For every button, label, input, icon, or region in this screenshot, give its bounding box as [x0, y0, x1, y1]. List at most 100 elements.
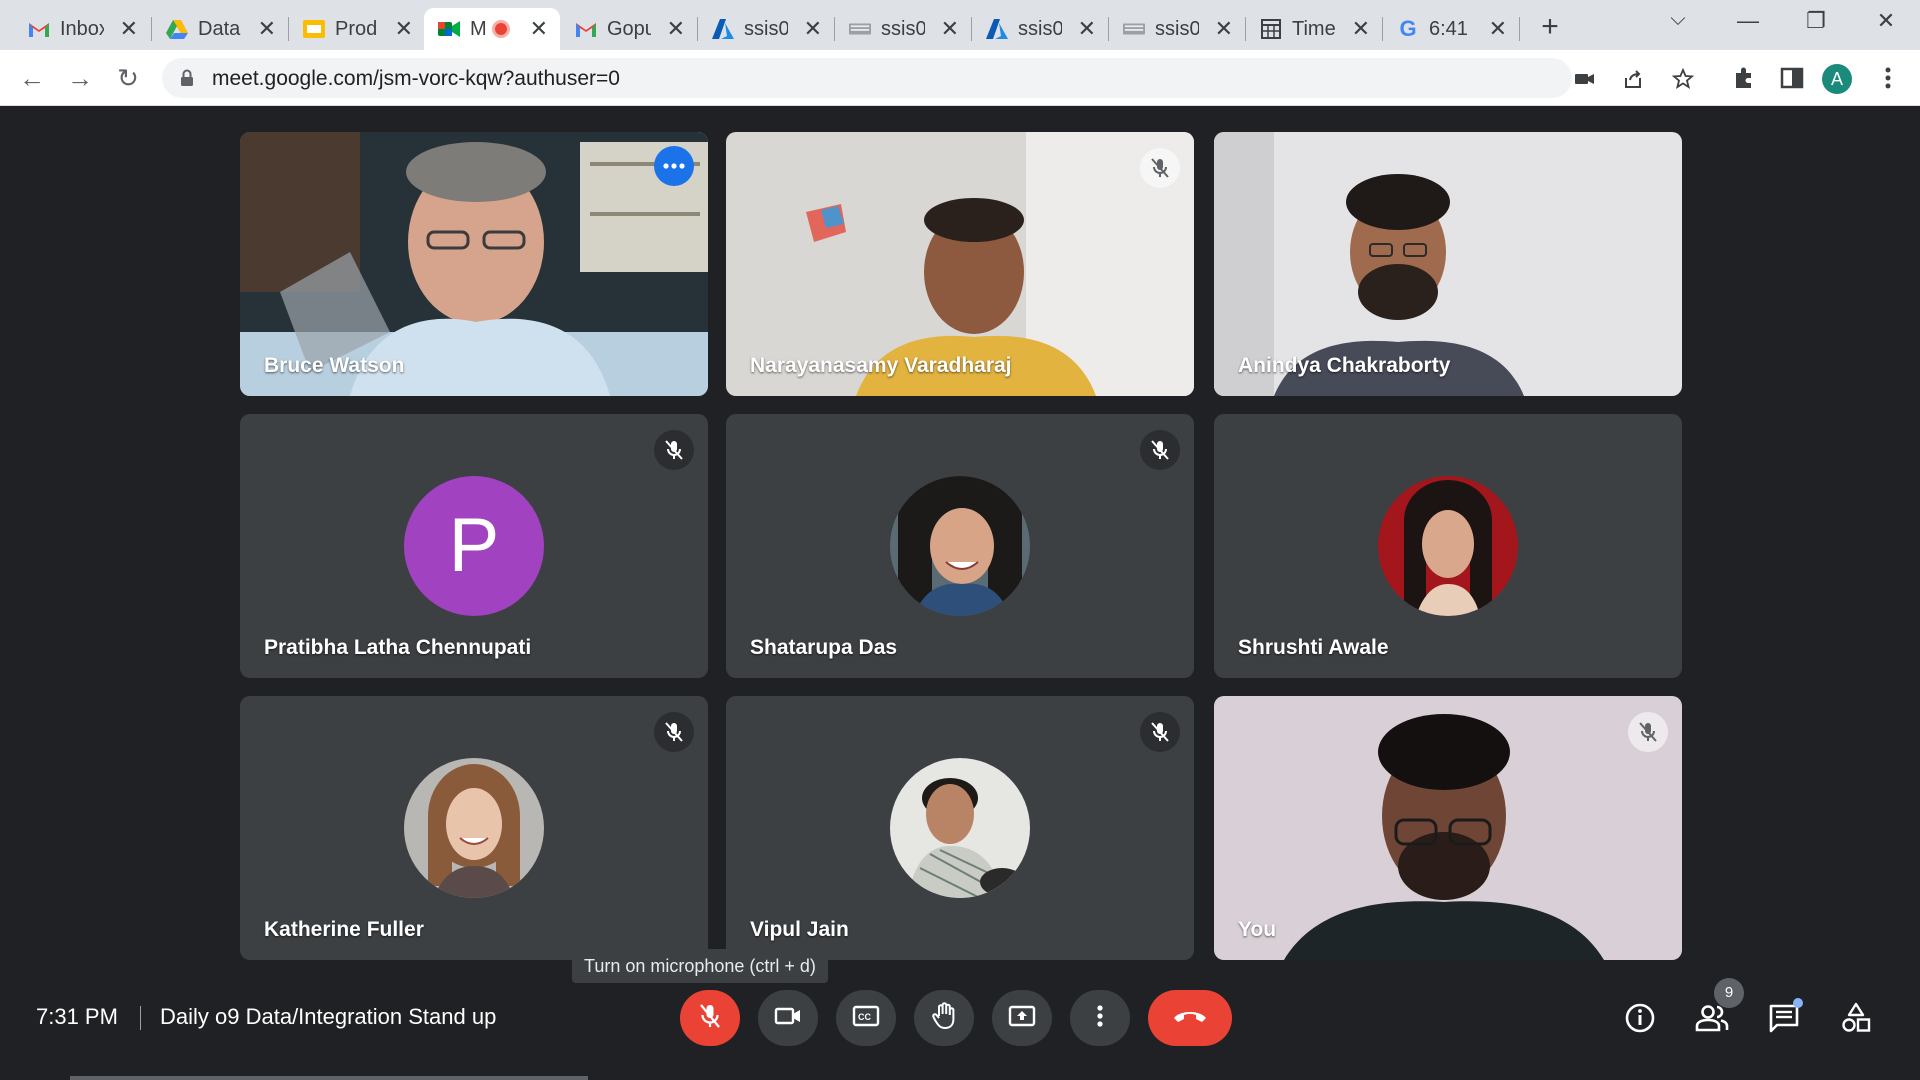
- tab-prod[interactable]: Prod ✕: [289, 8, 425, 50]
- participant-tile[interactable]: Vipul Jain: [726, 696, 1194, 960]
- present-screen-icon: [1008, 1005, 1036, 1032]
- window-close-icon[interactable]: ✕: [1866, 8, 1906, 34]
- tab-ssis-4[interactable]: ssis0 ✕: [1109, 8, 1245, 50]
- participant-name: Pratibha Latha Chennupati: [264, 636, 532, 659]
- avatar: [1378, 476, 1518, 616]
- new-tab-icon[interactable]: +: [1530, 10, 1570, 44]
- reload-icon[interactable]: ↻: [112, 62, 144, 94]
- close-icon[interactable]: ✕: [530, 18, 548, 40]
- participant-video: [1214, 696, 1682, 960]
- address-bar[interactable]: meet.google.com/jsm-vorc-kqw?authuser=0: [162, 58, 1695, 98]
- camera-permission-icon[interactable]: [1574, 68, 1596, 90]
- divider: [140, 1006, 141, 1030]
- browser-toolbar: ← → ↻ meet.google.com/jsm-vorc-kqw?authu…: [0, 50, 1920, 106]
- microphone-tooltip: Turn on microphone (ctrl + d): [572, 949, 828, 983]
- more-options-button[interactable]: [1070, 990, 1130, 1046]
- camera-button[interactable]: [758, 990, 818, 1046]
- restore-icon[interactable]: ❐: [1796, 8, 1836, 34]
- participant-name: Katherine Fuller: [264, 918, 424, 941]
- participant-name: Anindya Chakraborty: [1238, 354, 1451, 377]
- forward-arrow-icon[interactable]: →: [64, 62, 96, 94]
- participant-tile[interactable]: Katherine Fuller: [240, 696, 708, 960]
- tab-separator: [1519, 17, 1520, 41]
- close-icon[interactable]: ✕: [941, 18, 959, 40]
- meeting-details-button[interactable]: [1622, 1002, 1658, 1038]
- tab-ssis-1[interactable]: ssis0 ✕: [698, 8, 834, 50]
- close-icon[interactable]: ✕: [1489, 18, 1507, 40]
- tab-time[interactable]: Time ✕: [1246, 8, 1382, 50]
- extensions-icon[interactable]: [1730, 64, 1758, 92]
- tab-gopu[interactable]: Gopu ✕: [561, 8, 697, 50]
- info-icon: [1624, 1002, 1656, 1039]
- tab-inbox[interactable]: Inbox ✕: [14, 8, 150, 50]
- muted-mic-icon: [1628, 712, 1668, 752]
- recording-icon: [492, 20, 510, 38]
- participant-tile[interactable]: Narayanasamy Varadharaj: [726, 132, 1194, 396]
- tab-title: Inbox: [60, 17, 104, 40]
- bookmark-star-icon[interactable]: [1671, 67, 1695, 90]
- tab-title: Data: [198, 17, 241, 40]
- share-icon[interactable]: [1622, 68, 1644, 90]
- hang-up-icon: [1172, 1008, 1208, 1029]
- tab-title: ssis0: [1018, 17, 1062, 40]
- lock-icon: [180, 69, 194, 92]
- tab-strip: Inbox ✕ Data ✕ Prod ✕ M ✕ Gopu ✕ ssis0 ✕…: [0, 0, 1920, 50]
- participant-name: Shatarupa Das: [750, 636, 898, 659]
- close-icon[interactable]: ✕: [1215, 18, 1233, 40]
- participant-tile[interactable]: P Pratibha Latha Chennupati: [240, 414, 708, 678]
- close-icon[interactable]: ✕: [395, 18, 413, 40]
- minimize-icon[interactable]: —: [1728, 8, 1768, 34]
- close-icon[interactable]: ✕: [1078, 18, 1096, 40]
- avatar: [404, 758, 544, 898]
- tab-ssis-3[interactable]: ssis0 ✕: [972, 8, 1108, 50]
- tab-title: Time: [1292, 17, 1336, 40]
- leave-call-button[interactable]: [1148, 990, 1232, 1046]
- google-meet-icon: [438, 18, 460, 40]
- back-arrow-icon[interactable]: ←: [16, 62, 48, 94]
- avatar: [890, 476, 1030, 616]
- google-slides-icon: [303, 18, 325, 40]
- raise-hand-button[interactable]: [914, 990, 974, 1046]
- more-vert-icon: [1096, 1004, 1104, 1033]
- microphone-button[interactable]: [680, 990, 740, 1046]
- browser-menu-icon[interactable]: [1874, 64, 1902, 92]
- keyboard-icon: [1123, 18, 1145, 40]
- participant-tile[interactable]: Shatarupa Das: [726, 414, 1194, 678]
- participant-tile[interactable]: Anindya Chakraborty: [1214, 132, 1682, 396]
- participant-name: Narayanasamy Varadharaj: [750, 354, 1012, 377]
- tab-data[interactable]: Data ✕: [152, 8, 288, 50]
- profile-avatar[interactable]: A: [1822, 64, 1852, 94]
- side-panel-icon[interactable]: [1778, 64, 1806, 92]
- muted-mic-icon: [1140, 430, 1180, 470]
- participant-name: Bruce Watson: [264, 354, 405, 377]
- participant-tile[interactable]: Shrushti Awale: [1214, 414, 1682, 678]
- participant-name: Vipul Jain: [750, 918, 849, 941]
- keyboard-icon: [849, 18, 871, 40]
- horizontal-scrollbar[interactable]: [70, 1076, 588, 1080]
- participant-count-badge: 9: [1714, 978, 1744, 1008]
- activities-shapes-icon: [1840, 1002, 1872, 1039]
- tab-meet[interactable]: M ✕: [424, 8, 560, 50]
- participant-name: Shrushti Awale: [1238, 636, 1389, 659]
- chat-notification-dot: [1793, 998, 1803, 1008]
- google-icon: G: [1399, 16, 1417, 41]
- close-icon[interactable]: ✕: [258, 18, 276, 40]
- participant-tile[interactable]: You: [1214, 696, 1682, 960]
- present-screen-button[interactable]: [992, 990, 1052, 1046]
- tab-ssis-2[interactable]: ssis0 ✕: [835, 8, 971, 50]
- tab-google[interactable]: G 6:41 ✕: [1383, 8, 1519, 50]
- muted-mic-icon: [654, 712, 694, 752]
- svg-text:CC: CC: [858, 1012, 871, 1022]
- participant-name: You: [1238, 918, 1277, 941]
- tab-title: ssis0: [1155, 17, 1199, 40]
- more-options-icon[interactable]: [654, 146, 694, 186]
- participant-tile[interactable]: Bruce Watson: [240, 132, 708, 396]
- close-icon[interactable]: ✕: [804, 18, 822, 40]
- google-drive-icon: [166, 18, 188, 40]
- close-icon[interactable]: ✕: [667, 18, 685, 40]
- close-icon[interactable]: ✕: [1352, 18, 1370, 40]
- activities-button[interactable]: [1838, 1002, 1874, 1038]
- close-icon[interactable]: ✕: [120, 18, 138, 40]
- tab-search-icon[interactable]: ⌵: [1658, 8, 1698, 31]
- captions-button[interactable]: CC: [836, 990, 896, 1046]
